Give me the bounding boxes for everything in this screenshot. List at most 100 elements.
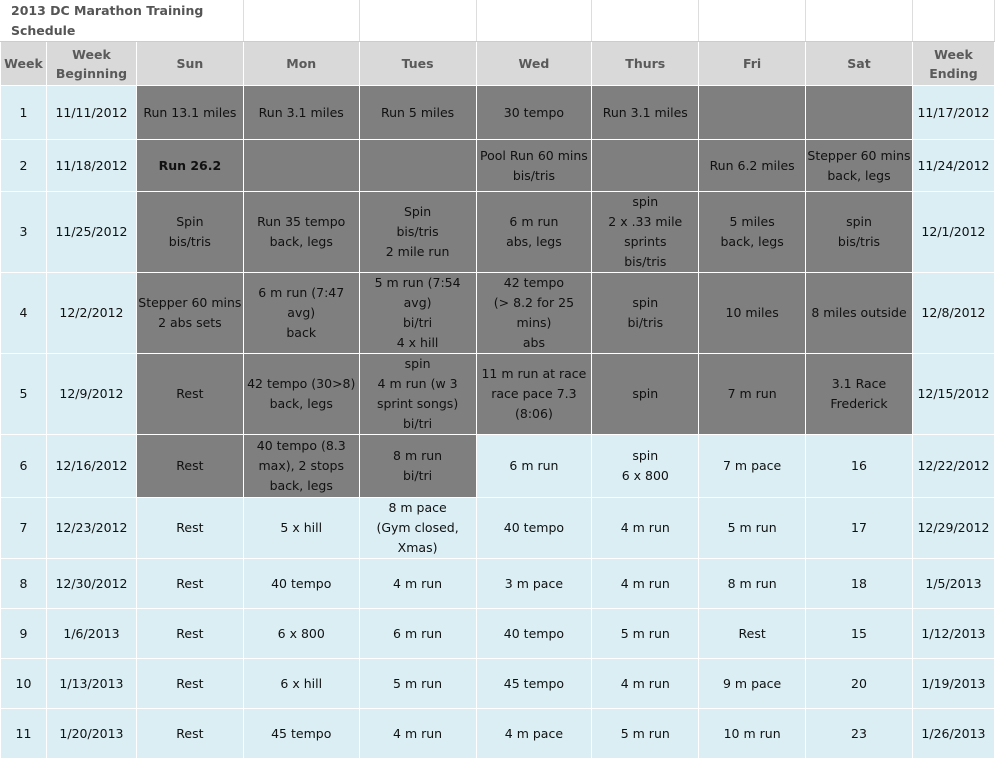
cell-sat[interactable]: Stepper 60 mins back, legs <box>805 139 913 192</box>
blank-cell[interactable] <box>242 0 360 42</box>
cell-sun[interactable]: Spin bis/tris <box>135 191 244 273</box>
cell-thurs[interactable]: 4 m run <box>591 497 700 559</box>
cell-wed[interactable]: 42 tempo (> 8.2 for 25 mins) abs <box>475 272 593 354</box>
cell-week[interactable]: 9 <box>0 608 47 659</box>
cell-sun[interactable]: Run 26.2 <box>135 139 244 192</box>
cell-thurs[interactable]: spin 2 x .33 mile sprints bis/tris <box>591 191 700 273</box>
cell-wed[interactable]: 4 m pace <box>475 708 593 759</box>
cell-wed[interactable]: Pool Run 60 mins bis/tris <box>475 139 593 192</box>
cell-thurs[interactable] <box>591 139 700 192</box>
cell-week[interactable]: 10 <box>0 658 47 709</box>
blank-cell[interactable] <box>911 0 995 42</box>
cell-week[interactable]: 4 <box>0 272 47 354</box>
cell-mon[interactable]: 6 m run (7:47 avg) back <box>242 272 360 354</box>
cell-week-beginning[interactable]: 11/11/2012 <box>45 85 137 140</box>
cell-week-beginning[interactable]: 1/6/2013 <box>45 608 137 659</box>
cell-thurs[interactable]: spin bi/tris <box>591 272 700 354</box>
cell-sun[interactable]: Rest <box>135 497 244 559</box>
header-mon[interactable]: Mon <box>242 41 360 86</box>
cell-fri[interactable]: Run 6.2 miles <box>698 139 807 192</box>
cell-thurs[interactable]: 4 m run <box>591 558 700 609</box>
cell-mon[interactable]: 40 tempo (8.3 max), 2 stops back, legs <box>242 434 360 498</box>
cell-week-beginning[interactable]: 1/13/2013 <box>45 658 137 709</box>
cell-tues[interactable]: 6 m run <box>358 608 477 659</box>
cell-thurs[interactable]: 4 m run <box>591 658 700 709</box>
cell-week[interactable]: 2 <box>0 139 47 192</box>
cell-fri[interactable]: 7 m pace <box>698 434 807 498</box>
header-week-beginning[interactable]: Week Beginning <box>45 41 137 86</box>
cell-wed[interactable]: 30 tempo <box>475 85 593 140</box>
cell-tues[interactable]: 8 m run bi/tri <box>358 434 477 498</box>
cell-week-ending[interactable]: 12/15/2012 <box>911 353 995 435</box>
cell-sat[interactable]: 3.1 Race Frederick <box>805 353 913 435</box>
cell-week-ending[interactable]: 1/12/2013 <box>911 608 995 659</box>
blank-cell[interactable] <box>358 0 477 42</box>
cell-sun[interactable]: Rest <box>135 608 244 659</box>
cell-week-beginning[interactable]: 1/20/2013 <box>45 708 137 759</box>
cell-thurs[interactable]: spin <box>591 353 700 435</box>
cell-week-beginning[interactable]: 11/25/2012 <box>45 191 137 273</box>
cell-sun[interactable]: Rest <box>135 658 244 709</box>
header-fri[interactable]: Fri <box>698 41 807 86</box>
cell-wed[interactable]: 45 tempo <box>475 658 593 709</box>
header-week[interactable]: Week <box>0 41 47 86</box>
cell-week-ending[interactable]: 12/22/2012 <box>911 434 995 498</box>
cell-sat[interactable]: 20 <box>805 658 913 709</box>
cell-sat[interactable]: 8 miles outside <box>805 272 913 354</box>
cell-week-ending[interactable]: 12/1/2012 <box>911 191 995 273</box>
cell-fri[interactable]: 10 miles <box>698 272 807 354</box>
header-tues[interactable]: Tues <box>358 41 477 86</box>
cell-week[interactable]: 11 <box>0 708 47 759</box>
cell-week-beginning[interactable]: 12/16/2012 <box>45 434 137 498</box>
header-thurs[interactable]: Thurs <box>591 41 700 86</box>
cell-mon[interactable]: 42 tempo (30>8) back, legs <box>242 353 360 435</box>
blank-cell[interactable] <box>591 0 700 42</box>
cell-wed[interactable]: 6 m run abs, legs <box>475 191 593 273</box>
cell-tues[interactable]: Spin bis/tris 2 mile run <box>358 191 477 273</box>
cell-sat[interactable]: 23 <box>805 708 913 759</box>
header-wed[interactable]: Wed <box>475 41 593 86</box>
cell-sun[interactable]: Run 13.1 miles <box>135 85 244 140</box>
cell-tues[interactable]: 4 m run <box>358 708 477 759</box>
cell-wed[interactable]: 40 tempo <box>475 608 593 659</box>
cell-week-beginning[interactable]: 12/23/2012 <box>45 497 137 559</box>
cell-fri[interactable]: 5 miles back, legs <box>698 191 807 273</box>
cell-sun[interactable]: Rest <box>135 353 244 435</box>
cell-week-ending[interactable]: 11/24/2012 <box>911 139 995 192</box>
cell-week[interactable]: 7 <box>0 497 47 559</box>
cell-wed[interactable]: 11 m run at race race pace 7.3 (8:06) <box>475 353 593 435</box>
cell-sun[interactable]: Rest <box>135 434 244 498</box>
cell-fri[interactable]: 8 m run <box>698 558 807 609</box>
blank-cell[interactable] <box>475 0 593 42</box>
cell-tues[interactable]: spin 4 m run (w 3 sprint songs) bi/tri <box>358 353 477 435</box>
cell-mon[interactable]: 45 tempo <box>242 708 360 759</box>
cell-sun[interactable]: Rest <box>135 558 244 609</box>
cell-week[interactable]: 1 <box>0 85 47 140</box>
header-sun[interactable]: Sun <box>135 41 244 86</box>
cell-sat[interactable]: spin bis/tris <box>805 191 913 273</box>
cell-mon[interactable]: 6 x hill <box>242 658 360 709</box>
cell-wed[interactable]: 3 m pace <box>475 558 593 609</box>
cell-fri[interactable]: 7 m run <box>698 353 807 435</box>
cell-week-ending[interactable]: 1/5/2013 <box>911 558 995 609</box>
cell-week-ending[interactable]: 1/19/2013 <box>911 658 995 709</box>
cell-sat[interactable]: 16 <box>805 434 913 498</box>
cell-fri[interactable]: 5 m run <box>698 497 807 559</box>
cell-fri[interactable] <box>698 85 807 140</box>
cell-mon[interactable]: 6 x 800 <box>242 608 360 659</box>
cell-week[interactable]: 6 <box>0 434 47 498</box>
cell-mon[interactable]: 40 tempo <box>242 558 360 609</box>
cell-week-ending[interactable]: 12/29/2012 <box>911 497 995 559</box>
cell-week-ending[interactable]: 12/8/2012 <box>911 272 995 354</box>
cell-week[interactable]: 8 <box>0 558 47 609</box>
cell-sat[interactable]: 15 <box>805 608 913 659</box>
cell-mon[interactable]: 5 x hill <box>242 497 360 559</box>
cell-fri[interactable]: 10 m run <box>698 708 807 759</box>
cell-thurs[interactable]: 5 m run <box>591 708 700 759</box>
header-sat[interactable]: Sat <box>805 41 913 86</box>
cell-tues[interactable]: 8 m pace (Gym closed, Xmas) <box>358 497 477 559</box>
blank-cell[interactable] <box>698 0 807 42</box>
cell-tues[interactable]: 5 m run <box>358 658 477 709</box>
cell-week-ending[interactable]: 1/26/2013 <box>911 708 995 759</box>
cell-week-beginning[interactable]: 12/30/2012 <box>45 558 137 609</box>
